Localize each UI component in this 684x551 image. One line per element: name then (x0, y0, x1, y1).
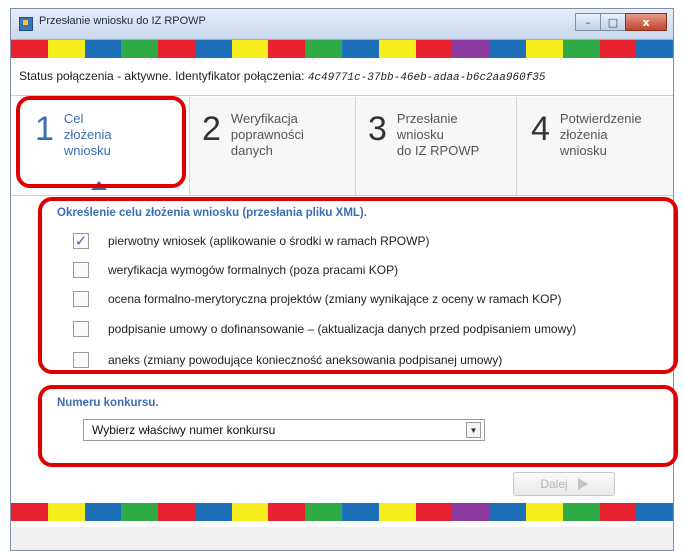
color-stripe-segment (11, 40, 48, 58)
color-stripe-segment (305, 503, 343, 521)
color-stripe-segment (231, 503, 269, 521)
color-stripe-segment (121, 40, 159, 58)
color-stripe-segment (452, 40, 490, 58)
select-value: Wybierz właściwy numer konkursu (92, 423, 276, 437)
color-stripe-segment (231, 40, 269, 58)
color-stripe-segment (342, 503, 379, 521)
step-2[interactable]: 2 Weryfikacja poprawności danych (190, 97, 355, 195)
connection-status: Status połączenia - aktywne. Identyfikat… (19, 69, 545, 84)
color-stripe-bottom (11, 503, 673, 521)
purpose-option-3[interactable]: ocena formalno-merytoryczna projektów (z… (73, 288, 562, 310)
color-stripe-segment (121, 503, 159, 521)
status-footer (11, 527, 673, 550)
color-stripe-segment (636, 40, 673, 58)
contest-number-select[interactable]: Wybierz właściwy numer konkursu ▼ (83, 419, 485, 441)
color-stripe-segment (562, 40, 600, 58)
checkbox-label: podpisanie umowy o dofinansowanie – (akt… (108, 322, 577, 336)
purpose-option-5[interactable]: aneks (zmiany powodujące konieczność ane… (73, 349, 502, 371)
next-button[interactable]: Dalej (513, 472, 615, 496)
color-stripe-segment (489, 503, 526, 521)
checkbox-label: ocena formalno-merytoryczna projektów (z… (108, 292, 562, 306)
color-stripe-segment (378, 503, 416, 521)
color-stripe-segment (562, 503, 600, 521)
color-stripe-segment (158, 503, 195, 521)
checkbox[interactable]: ✓ (73, 232, 89, 250)
color-stripe-segment (378, 40, 416, 58)
purpose-option-4[interactable]: podpisanie umowy o dofinansowanie – (akt… (73, 318, 576, 340)
arrow-right-icon (577, 478, 588, 490)
step-number: 2 (202, 110, 221, 148)
color-stripe-segment (158, 40, 195, 58)
color-stripe-segment (47, 40, 85, 58)
maximize-button[interactable]: □ (600, 13, 626, 31)
color-stripe-segment (525, 503, 563, 521)
color-stripe-segment (415, 503, 453, 521)
color-stripe-segment (268, 40, 306, 58)
checkbox[interactable] (73, 321, 89, 337)
title-bar[interactable]: Przesłanie wniosku do IZ RPOWP – □ x (11, 9, 673, 40)
dialog-window: Przesłanie wniosku do IZ RPOWP – □ x Sta… (10, 8, 674, 551)
color-stripe-segment (452, 503, 490, 521)
checkbox-label: aneks (zmiany powodujące konieczność ane… (108, 353, 503, 367)
purpose-option-1[interactable]: ✓ pierwotny wniosek (aplikowanie o środk… (73, 230, 429, 252)
step-4[interactable]: 4 Potwierdzenie złożenia wniosku (517, 97, 673, 195)
chevron-down-icon[interactable]: ▼ (466, 422, 481, 438)
color-stripe-segment (84, 503, 122, 521)
step-number: 3 (368, 110, 387, 148)
window-controls: – □ x (575, 13, 667, 31)
color-stripe-segment (599, 40, 637, 58)
color-stripe-segment (268, 503, 306, 521)
color-stripe-segment (84, 40, 122, 58)
purpose-option-2[interactable]: weryfikacja wymogów formalnych (poza pra… (73, 259, 398, 281)
minimize-button[interactable]: – (575, 13, 601, 31)
color-stripe-segment (599, 503, 637, 521)
checkbox[interactable] (73, 352, 89, 368)
color-stripe-segment (489, 40, 526, 58)
color-stripe-segment (47, 503, 85, 521)
status-text: Status połączenia - aktywne. Identyfikat… (19, 69, 308, 83)
color-stripe-segment (415, 40, 453, 58)
color-stripe-segment (636, 503, 673, 521)
step-label: Cel złożenia wniosku (63, 111, 112, 158)
step-label: Przesłanie wniosku do IZ RPOWP (396, 111, 480, 158)
color-stripe-segment (194, 40, 232, 58)
step-3[interactable]: 3 Przesłanie wniosku do IZ RPOWP (356, 97, 516, 195)
step-label: Weryfikacja poprawności danych (230, 111, 304, 158)
step-number: 4 (531, 110, 550, 148)
checkbox[interactable] (73, 291, 89, 307)
checkbox[interactable] (73, 262, 89, 278)
color-stripe-segment (525, 40, 563, 58)
connection-id: 4c49771c-37bb-46eb-adaa-b6c2aa960f35 (307, 72, 546, 84)
color-stripe-segment (194, 503, 232, 521)
contest-section-title: Numeru konkursu. (57, 397, 159, 409)
step-number: 1 (35, 110, 54, 148)
color-stripe-segment (305, 40, 343, 58)
next-button-label: Dalej (540, 477, 568, 491)
close-button[interactable]: x (625, 13, 667, 31)
divider (11, 95, 673, 96)
active-step-caret-icon (91, 181, 107, 190)
window-title: Przesłanie wniosku do IZ RPOWP (39, 15, 206, 27)
checkbox-label: weryfikacja wymogów formalnych (poza pra… (108, 263, 399, 277)
color-stripe-segment (342, 40, 379, 58)
app-icon (19, 17, 33, 31)
purpose-section-title: Określenie celu złożenia wniosku (przesł… (57, 207, 367, 219)
checkbox-label: pierwotny wniosek (aplikowanie o środki … (108, 234, 430, 248)
step-label: Potwierdzenie złożenia wniosku (559, 111, 642, 158)
wizard-steps: 1 Cel złożenia wniosku 2 Weryfikacja pop… (11, 97, 673, 196)
color-stripe-top (11, 40, 673, 58)
color-stripe-segment (11, 503, 48, 521)
